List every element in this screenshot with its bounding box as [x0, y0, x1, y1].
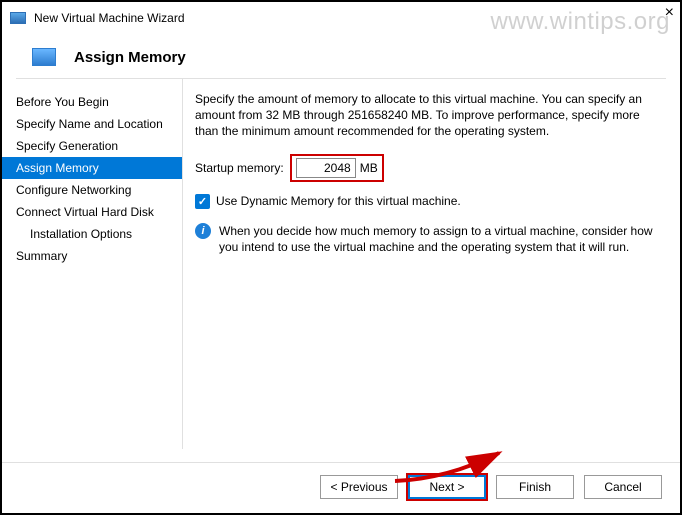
window-title: New Virtual Machine Wizard	[34, 11, 185, 25]
dynamic-memory-label: Use Dynamic Memory for this virtual mach…	[216, 194, 461, 208]
description-text: Specify the amount of memory to allocate…	[195, 91, 660, 140]
close-icon[interactable]: ×	[665, 4, 674, 22]
app-icon	[10, 12, 26, 24]
wizard-content: Specify the amount of memory to allocate…	[182, 79, 680, 449]
wizard-steps-sidebar: Before You Begin Specify Name and Locati…	[2, 79, 182, 449]
step-summary[interactable]: Summary	[2, 245, 182, 267]
page-header: Assign Memory	[2, 30, 680, 78]
dynamic-memory-checkbox[interactable]: ✓	[195, 194, 210, 209]
cancel-button[interactable]: Cancel	[584, 475, 662, 499]
previous-button[interactable]: < Previous	[320, 475, 398, 499]
next-button[interactable]: Next >	[408, 475, 486, 499]
startup-memory-highlight: MB	[290, 154, 384, 182]
info-text: When you decide how much memory to assig…	[219, 223, 660, 255]
startup-memory-input[interactable]	[296, 158, 356, 178]
wizard-footer: < Previous Next > Finish Cancel	[2, 462, 680, 513]
startup-memory-row: Startup memory: MB	[195, 154, 660, 182]
step-installation-options[interactable]: Installation Options	[2, 223, 182, 245]
startup-memory-unit: MB	[360, 161, 378, 175]
finish-button[interactable]: Finish	[496, 475, 574, 499]
info-icon: i	[195, 223, 211, 239]
info-row: i When you decide how much memory to ass…	[195, 223, 660, 255]
step-specify-generation[interactable]: Specify Generation	[2, 135, 182, 157]
startup-memory-label: Startup memory:	[195, 161, 284, 175]
page-title: Assign Memory	[74, 49, 186, 66]
header-icon	[32, 48, 56, 66]
wizard-body: Before You Begin Specify Name and Locati…	[2, 79, 680, 449]
titlebar: New Virtual Machine Wizard ×	[2, 2, 680, 30]
step-assign-memory[interactable]: Assign Memory	[2, 157, 182, 179]
step-before-you-begin[interactable]: Before You Begin	[2, 91, 182, 113]
step-specify-name[interactable]: Specify Name and Location	[2, 113, 182, 135]
dynamic-memory-row[interactable]: ✓ Use Dynamic Memory for this virtual ma…	[195, 194, 660, 209]
step-configure-networking[interactable]: Configure Networking	[2, 179, 182, 201]
step-connect-vhd[interactable]: Connect Virtual Hard Disk	[2, 201, 182, 223]
